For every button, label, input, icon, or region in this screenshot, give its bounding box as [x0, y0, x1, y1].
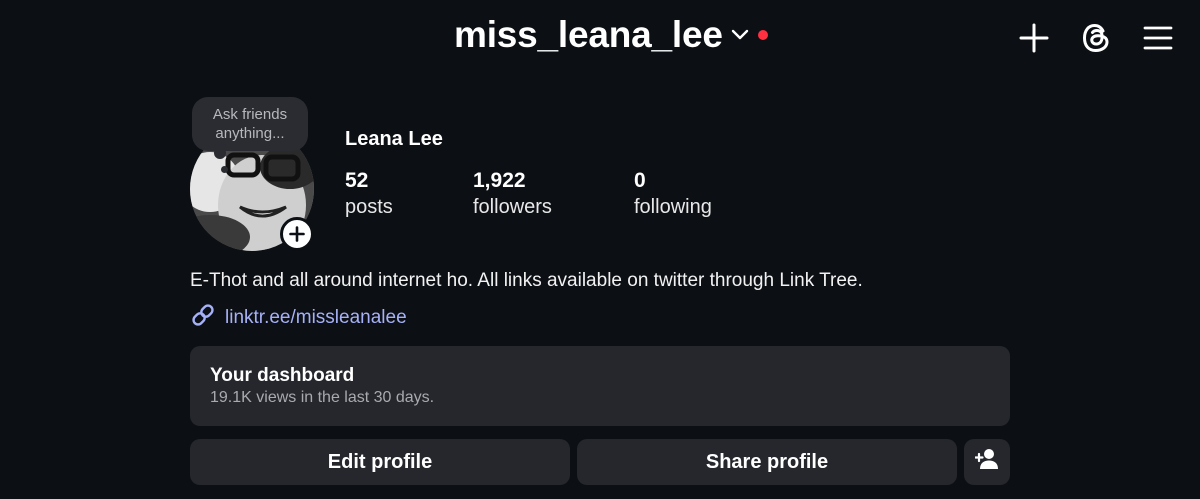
note-text: Ask friends anything... [212, 106, 288, 142]
add-person-icon [974, 448, 999, 476]
chevron-down-icon[interactable] [731, 28, 749, 46]
add-story-button[interactable] [280, 217, 314, 251]
stat-value: 0 [634, 169, 646, 192]
share-profile-label: Share profile [705, 450, 829, 473]
account-switcher[interactable]: miss_leana_lee [454, 14, 768, 56]
note-bubble-tail [214, 147, 226, 159]
note-bubble-tail-small [221, 166, 228, 173]
discover-people-button[interactable] [964, 439, 1010, 485]
menu-icon[interactable] [1142, 22, 1174, 54]
bio-link[interactable]: linktr.ee/missleanalee [190, 302, 407, 333]
stat-following[interactable]: 0 following [634, 168, 712, 220]
stat-label: followers [473, 196, 552, 218]
stat-label: posts [345, 196, 393, 218]
stat-value: 52 [345, 169, 369, 192]
professional-dashboard[interactable]: Your dashboard 19.1K views in the last 3… [190, 346, 1010, 426]
username[interactable]: miss_leana_lee [454, 14, 723, 56]
dashboard-title: Your dashboard [210, 365, 355, 386]
link-text[interactable]: linktr.ee/missleanalee [225, 307, 407, 329]
threads-icon[interactable] [1080, 22, 1112, 54]
stat-label: following [634, 196, 712, 218]
edit-profile-label: Edit profile [327, 450, 433, 473]
bio-text: E-Thot and all around internet ho. All l… [190, 270, 863, 291]
plus-icon[interactable] [1018, 22, 1050, 54]
header-actions [1018, 22, 1174, 54]
stat-posts[interactable]: 52 posts [345, 168, 393, 220]
stat-followers[interactable]: 1,922 followers [473, 168, 552, 220]
profile-page: miss_leana_lee Ask friends anything... L… [0, 0, 1200, 499]
link-icon [190, 302, 216, 333]
dashboard-subtitle: 19.1K views in the last 30 days. [210, 389, 435, 406]
note-bubble[interactable]: Ask friends anything... [192, 97, 308, 151]
stat-value: 1,922 [473, 169, 526, 192]
notification-dot [757, 30, 768, 40]
edit-profile-button[interactable]: Edit profile [190, 439, 570, 485]
display-name: Leana Lee [345, 128, 443, 150]
share-profile-button[interactable]: Share profile [577, 439, 957, 485]
